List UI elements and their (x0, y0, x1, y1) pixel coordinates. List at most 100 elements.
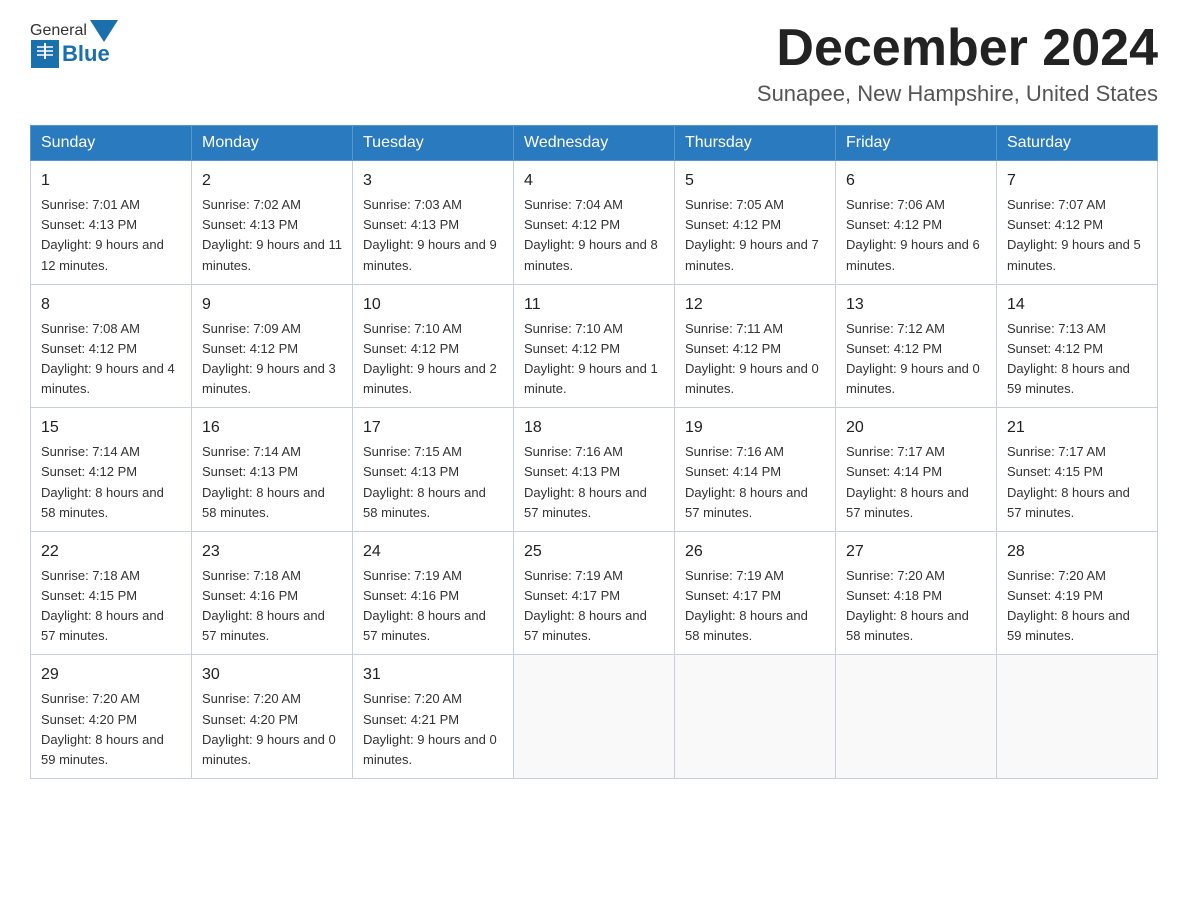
day-info: Sunrise: 7:08 AMSunset: 4:12 PMDaylight:… (41, 319, 181, 400)
calendar-cell: 10Sunrise: 7:10 AMSunset: 4:12 PMDayligh… (353, 284, 514, 408)
day-number: 31 (363, 663, 503, 687)
calendar-cell: 26Sunrise: 7:19 AMSunset: 4:17 PMDayligh… (675, 531, 836, 655)
calendar-cell (675, 655, 836, 779)
day-number: 18 (524, 416, 664, 440)
day-info: Sunrise: 7:19 AMSunset: 4:17 PMDaylight:… (685, 566, 825, 647)
day-number: 24 (363, 540, 503, 564)
calendar-week-row: 22Sunrise: 7:18 AMSunset: 4:15 PMDayligh… (31, 531, 1158, 655)
calendar-cell: 6Sunrise: 7:06 AMSunset: 4:12 PMDaylight… (836, 161, 997, 285)
day-number: 13 (846, 293, 986, 317)
day-number: 4 (524, 169, 664, 193)
day-number: 22 (41, 540, 181, 564)
day-info: Sunrise: 7:18 AMSunset: 4:16 PMDaylight:… (202, 566, 342, 647)
day-number: 28 (1007, 540, 1147, 564)
calendar-cell: 17Sunrise: 7:15 AMSunset: 4:13 PMDayligh… (353, 408, 514, 532)
logo-arrow-icon (90, 20, 118, 42)
calendar-table: SundayMondayTuesdayWednesdayThursdayFrid… (30, 125, 1158, 779)
calendar-cell: 14Sunrise: 7:13 AMSunset: 4:12 PMDayligh… (997, 284, 1158, 408)
calendar-week-row: 8Sunrise: 7:08 AMSunset: 4:12 PMDaylight… (31, 284, 1158, 408)
day-info: Sunrise: 7:20 AMSunset: 4:21 PMDaylight:… (363, 689, 503, 770)
weekday-header-sunday: Sunday (31, 126, 192, 161)
day-info: Sunrise: 7:06 AMSunset: 4:12 PMDaylight:… (846, 195, 986, 276)
weekday-header-wednesday: Wednesday (514, 126, 675, 161)
day-number: 23 (202, 540, 342, 564)
day-info: Sunrise: 7:11 AMSunset: 4:12 PMDaylight:… (685, 319, 825, 400)
calendar-cell: 21Sunrise: 7:17 AMSunset: 4:15 PMDayligh… (997, 408, 1158, 532)
calendar-cell: 29Sunrise: 7:20 AMSunset: 4:20 PMDayligh… (31, 655, 192, 779)
day-number: 16 (202, 416, 342, 440)
calendar-cell (514, 655, 675, 779)
calendar-week-row: 15Sunrise: 7:14 AMSunset: 4:12 PMDayligh… (31, 408, 1158, 532)
logo-blue-text: Blue (62, 41, 110, 67)
weekday-header-monday: Monday (192, 126, 353, 161)
day-info: Sunrise: 7:19 AMSunset: 4:17 PMDaylight:… (524, 566, 664, 647)
calendar-cell: 13Sunrise: 7:12 AMSunset: 4:12 PMDayligh… (836, 284, 997, 408)
calendar-cell: 23Sunrise: 7:18 AMSunset: 4:16 PMDayligh… (192, 531, 353, 655)
calendar-cell: 18Sunrise: 7:16 AMSunset: 4:13 PMDayligh… (514, 408, 675, 532)
day-info: Sunrise: 7:20 AMSunset: 4:18 PMDaylight:… (846, 566, 986, 647)
day-info: Sunrise: 7:01 AMSunset: 4:13 PMDaylight:… (41, 195, 181, 276)
day-info: Sunrise: 7:05 AMSunset: 4:12 PMDaylight:… (685, 195, 825, 276)
day-number: 10 (363, 293, 503, 317)
day-info: Sunrise: 7:14 AMSunset: 4:12 PMDaylight:… (41, 442, 181, 523)
day-info: Sunrise: 7:20 AMSunset: 4:20 PMDaylight:… (202, 689, 342, 770)
weekday-header-row: SundayMondayTuesdayWednesdayThursdayFrid… (31, 126, 1158, 161)
calendar-cell: 3Sunrise: 7:03 AMSunset: 4:13 PMDaylight… (353, 161, 514, 285)
day-number: 20 (846, 416, 986, 440)
day-number: 14 (1007, 293, 1147, 317)
calendar-cell: 8Sunrise: 7:08 AMSunset: 4:12 PMDaylight… (31, 284, 192, 408)
weekday-header-thursday: Thursday (675, 126, 836, 161)
calendar-cell: 24Sunrise: 7:19 AMSunset: 4:16 PMDayligh… (353, 531, 514, 655)
month-title: December 2024 (757, 20, 1158, 77)
day-number: 26 (685, 540, 825, 564)
calendar-cell (836, 655, 997, 779)
day-number: 1 (41, 169, 181, 193)
day-number: 17 (363, 416, 503, 440)
page-header: General (30, 20, 1158, 107)
day-info: Sunrise: 7:20 AMSunset: 4:19 PMDaylight:… (1007, 566, 1147, 647)
calendar-cell: 15Sunrise: 7:14 AMSunset: 4:12 PMDayligh… (31, 408, 192, 532)
day-info: Sunrise: 7:04 AMSunset: 4:12 PMDaylight:… (524, 195, 664, 276)
day-number: 27 (846, 540, 986, 564)
calendar-cell: 2Sunrise: 7:02 AMSunset: 4:13 PMDaylight… (192, 161, 353, 285)
calendar-cell: 25Sunrise: 7:19 AMSunset: 4:17 PMDayligh… (514, 531, 675, 655)
calendar-week-row: 1Sunrise: 7:01 AMSunset: 4:13 PMDaylight… (31, 161, 1158, 285)
calendar-cell: 1Sunrise: 7:01 AMSunset: 4:13 PMDaylight… (31, 161, 192, 285)
calendar-cell: 28Sunrise: 7:20 AMSunset: 4:19 PMDayligh… (997, 531, 1158, 655)
calendar-week-row: 29Sunrise: 7:20 AMSunset: 4:20 PMDayligh… (31, 655, 1158, 779)
calendar-cell: 16Sunrise: 7:14 AMSunset: 4:13 PMDayligh… (192, 408, 353, 532)
calendar-cell: 12Sunrise: 7:11 AMSunset: 4:12 PMDayligh… (675, 284, 836, 408)
title-area: December 2024 Sunapee, New Hampshire, Un… (757, 20, 1158, 107)
day-number: 19 (685, 416, 825, 440)
logo-area: General (30, 20, 118, 68)
calendar-cell (997, 655, 1158, 779)
day-info: Sunrise: 7:12 AMSunset: 4:12 PMDaylight:… (846, 319, 986, 400)
day-number: 9 (202, 293, 342, 317)
day-info: Sunrise: 7:02 AMSunset: 4:13 PMDaylight:… (202, 195, 342, 276)
logo-general-text: General (30, 22, 87, 40)
day-number: 15 (41, 416, 181, 440)
day-info: Sunrise: 7:15 AMSunset: 4:13 PMDaylight:… (363, 442, 503, 523)
day-info: Sunrise: 7:13 AMSunset: 4:12 PMDaylight:… (1007, 319, 1147, 400)
day-number: 25 (524, 540, 664, 564)
day-number: 5 (685, 169, 825, 193)
weekday-header-tuesday: Tuesday (353, 126, 514, 161)
logo-blue-bg (31, 40, 59, 68)
day-info: Sunrise: 7:10 AMSunset: 4:12 PMDaylight:… (363, 319, 503, 400)
day-info: Sunrise: 7:16 AMSunset: 4:14 PMDaylight:… (685, 442, 825, 523)
day-info: Sunrise: 7:18 AMSunset: 4:15 PMDaylight:… (41, 566, 181, 647)
day-number: 3 (363, 169, 503, 193)
day-info: Sunrise: 7:20 AMSunset: 4:20 PMDaylight:… (41, 689, 181, 770)
day-number: 12 (685, 293, 825, 317)
day-number: 11 (524, 293, 664, 317)
day-info: Sunrise: 7:17 AMSunset: 4:15 PMDaylight:… (1007, 442, 1147, 523)
day-info: Sunrise: 7:10 AMSunset: 4:12 PMDaylight:… (524, 319, 664, 400)
location-title: Sunapee, New Hampshire, United States (757, 81, 1158, 107)
day-info: Sunrise: 7:03 AMSunset: 4:13 PMDaylight:… (363, 195, 503, 276)
day-number: 7 (1007, 169, 1147, 193)
day-number: 30 (202, 663, 342, 687)
day-info: Sunrise: 7:09 AMSunset: 4:12 PMDaylight:… (202, 319, 342, 400)
calendar-cell: 11Sunrise: 7:10 AMSunset: 4:12 PMDayligh… (514, 284, 675, 408)
day-info: Sunrise: 7:07 AMSunset: 4:12 PMDaylight:… (1007, 195, 1147, 276)
calendar-cell: 4Sunrise: 7:04 AMSunset: 4:12 PMDaylight… (514, 161, 675, 285)
